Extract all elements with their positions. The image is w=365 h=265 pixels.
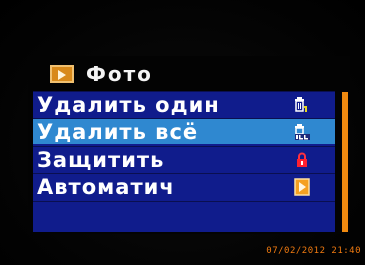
menu-title: Фото	[86, 62, 153, 86]
menu-item-protect[interactable]: Защитить	[33, 146, 335, 172]
menu-item-delete-one[interactable]: Удалить один	[33, 91, 335, 117]
menu-item-label: Удалить всё	[37, 119, 199, 144]
photo-play-icon	[50, 65, 74, 83]
menu-item-auto[interactable]: Автоматич	[33, 173, 335, 199]
menu-item-label: Автоматич	[37, 174, 175, 199]
menu-item-label: Защитить	[37, 147, 165, 172]
delete-all-trash-icon	[295, 124, 310, 140]
camera-screen: Фото Удалить один Удалить всё Защитить А…	[28, 56, 350, 234]
settings-menu: Удалить один Удалить всё Защитить Автома…	[33, 91, 335, 232]
camera-lcd-photo: Фото Удалить один Удалить всё Защитить А…	[0, 0, 365, 265]
delete-one-trash-icon	[295, 97, 307, 112]
scrollbar[interactable]	[342, 92, 348, 232]
menu-item-empty	[33, 201, 335, 232]
scrollbar-thumb[interactable]	[342, 92, 348, 232]
play-icon	[294, 178, 310, 196]
photo-datestamp: 07/02/2012 21:40	[266, 246, 361, 256]
lock-icon	[297, 152, 307, 167]
menu-item-delete-all[interactable]: Удалить всё	[33, 118, 335, 144]
menu-item-label: Удалить один	[37, 92, 220, 117]
menu-header: Фото	[50, 61, 153, 87]
